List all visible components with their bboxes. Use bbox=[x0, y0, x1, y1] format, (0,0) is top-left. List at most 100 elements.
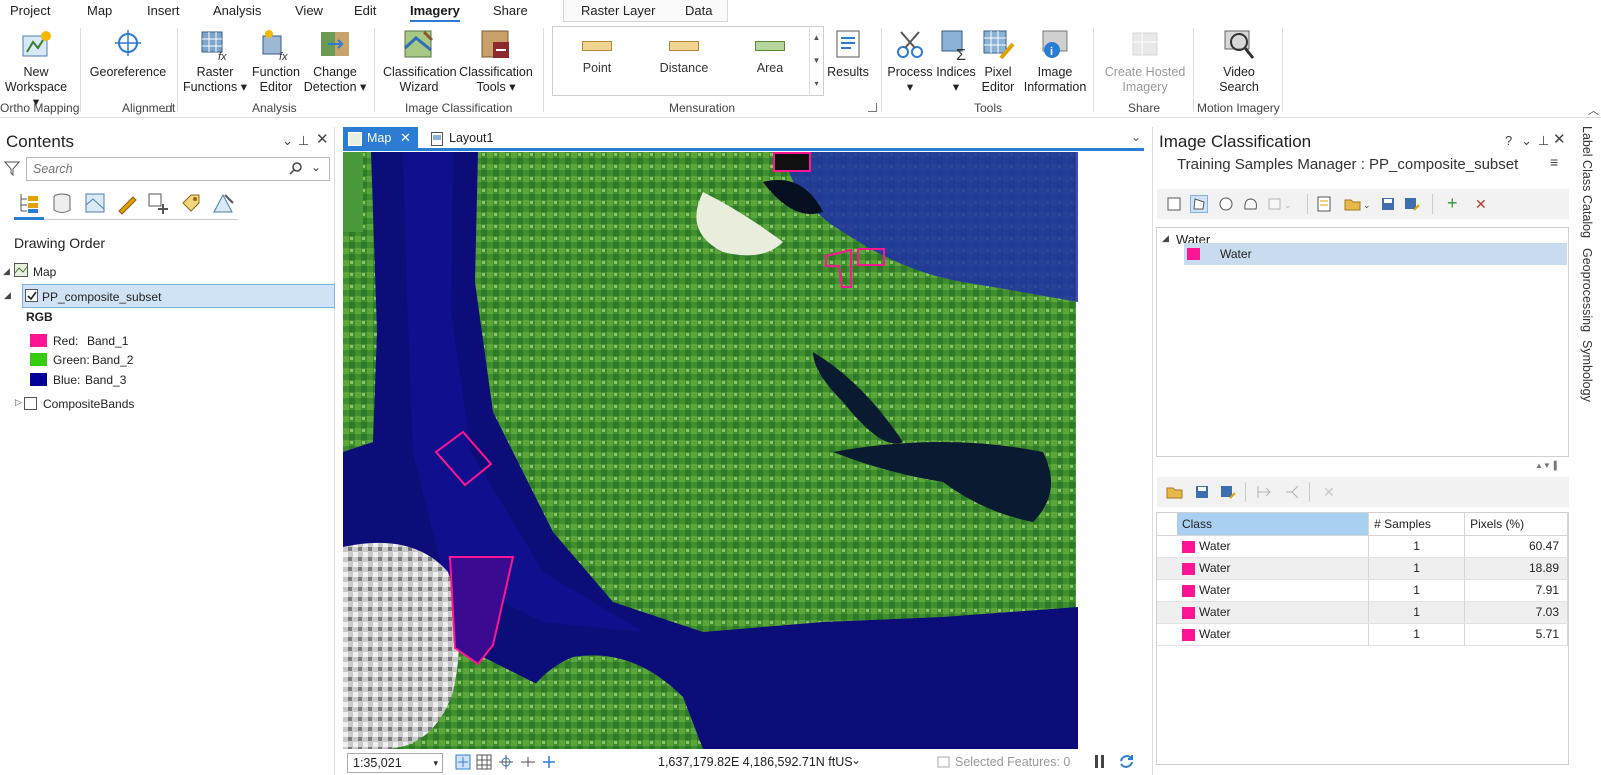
chevron-down-icon[interactable]: ▾ bbox=[433, 754, 438, 772]
tree-item-layer-compositebands[interactable]: ▷ CompositeBands bbox=[0, 393, 335, 415]
freehand-icon[interactable] bbox=[1242, 195, 1260, 213]
pause-drawing-icon[interactable] bbox=[1093, 754, 1107, 772]
list-by-drawing-order-icon[interactable] bbox=[17, 191, 41, 215]
results-button[interactable]: Results bbox=[825, 28, 871, 80]
row-selector[interactable] bbox=[1157, 623, 1177, 646]
satellite-imagery[interactable] bbox=[343, 152, 1078, 749]
list-by-editing-icon[interactable] bbox=[115, 191, 139, 215]
scale-selector[interactable]: 1:35,021 ▾ bbox=[347, 753, 443, 773]
expand-arrow-icon[interactable]: ◢ bbox=[1162, 233, 1169, 244]
close-icon[interactable]: ✕ bbox=[316, 130, 329, 148]
save-icon[interactable] bbox=[1379, 195, 1397, 213]
video-search-button[interactable]: Video Search bbox=[1207, 28, 1271, 95]
expand-arrow-icon[interactable]: ◢ bbox=[4, 290, 11, 301]
change-detection-button[interactable]: Change Detection ▾ bbox=[302, 28, 368, 95]
split-icon[interactable] bbox=[1283, 483, 1301, 501]
grid-icon[interactable] bbox=[476, 754, 492, 773]
schema-class-row[interactable]: Water bbox=[1184, 243, 1567, 265]
row-selector[interactable] bbox=[1157, 535, 1177, 558]
table-row[interactable]: Water 1 7.03 bbox=[1157, 601, 1568, 624]
remove-class-icon[interactable]: ✕ bbox=[1475, 195, 1493, 213]
open-folder-icon[interactable] bbox=[1165, 483, 1183, 501]
tab-imagery[interactable]: Imagery bbox=[410, 3, 460, 22]
row-selector[interactable] bbox=[1157, 579, 1177, 602]
polygon-icon[interactable] bbox=[1190, 195, 1208, 213]
mensuration-launcher-icon[interactable] bbox=[868, 103, 877, 112]
pane-menu-icon[interactable]: ⌄ bbox=[282, 133, 293, 149]
table-row[interactable]: Water 1 60.47 bbox=[1157, 535, 1568, 558]
georeference-button[interactable]: Georeference bbox=[88, 28, 168, 80]
side-tab-catalog[interactable]: Catalog bbox=[1580, 195, 1594, 238]
tab-data[interactable]: Data bbox=[685, 3, 712, 18]
distance-button[interactable]: Distance bbox=[644, 41, 724, 75]
tab-edit[interactable]: Edit bbox=[354, 3, 376, 18]
side-tab-label-class[interactable]: Label Class bbox=[1580, 126, 1594, 191]
add-class-icon[interactable]: + bbox=[1447, 194, 1465, 213]
row-selector[interactable] bbox=[1157, 557, 1177, 580]
gallery-scroll-up-icon[interactable]: ▲ bbox=[809, 27, 823, 50]
function-editor-button[interactable]: fx Function Editor bbox=[248, 28, 304, 95]
list-by-perspective-imagery-icon[interactable] bbox=[211, 191, 235, 215]
classification-tools-button[interactable]: Classification Tools ▾ bbox=[458, 28, 534, 95]
indices-button[interactable]: Σ Indices ▾ bbox=[934, 28, 978, 95]
list-by-data-source-icon[interactable] bbox=[50, 191, 74, 215]
tab-raster-layer[interactable]: Raster Layer bbox=[581, 3, 655, 18]
gallery-scroll-down-icon[interactable]: ▼ bbox=[809, 50, 823, 73]
chevron-down-icon[interactable]: ⌄ bbox=[851, 753, 861, 767]
save-as-icon[interactable] bbox=[1403, 195, 1421, 213]
splitter-arrows-icon[interactable]: ▲▼▐ bbox=[1535, 461, 1557, 470]
column-header-samples[interactable]: # Samples bbox=[1368, 513, 1466, 536]
table-row[interactable]: Water 1 5.71 bbox=[1157, 623, 1568, 646]
circle-icon[interactable] bbox=[1217, 195, 1235, 213]
expand-arrow-icon[interactable]: ◢ bbox=[3, 266, 10, 277]
selected-features-count[interactable]: Selected Features: 0 bbox=[955, 755, 1070, 769]
delete-sample-icon[interactable]: ✕ bbox=[1323, 483, 1341, 501]
process-button[interactable]: Process ▾ bbox=[885, 28, 935, 95]
raster-functions-button[interactable]: fx Raster Functions ▾ bbox=[180, 28, 250, 95]
tab-layout1[interactable]: Layout1 bbox=[425, 127, 515, 149]
list-by-snapping-icon[interactable] bbox=[146, 191, 170, 215]
row-selector[interactable] bbox=[1157, 601, 1177, 624]
alignment-launcher-icon[interactable] bbox=[163, 103, 172, 112]
column-header-class[interactable]: Class bbox=[1176, 513, 1370, 536]
chevron-down-icon[interactable]: ⌄ bbox=[311, 160, 321, 174]
tab-project[interactable]: Project bbox=[10, 3, 50, 18]
tab-analysis[interactable]: Analysis bbox=[213, 3, 261, 18]
table-row[interactable]: Water 1 18.89 bbox=[1157, 557, 1568, 580]
pin-icon[interactable]: ⊥ bbox=[298, 133, 309, 149]
tab-insert[interactable]: Insert bbox=[147, 3, 180, 18]
rectangle-icon[interactable] bbox=[1165, 195, 1183, 213]
area-button[interactable]: Area bbox=[730, 41, 810, 75]
collapse-ribbon-icon[interactable]: ︿ bbox=[1588, 102, 1599, 118]
refresh-icon[interactable] bbox=[1118, 753, 1135, 773]
column-header-pixels[interactable]: Pixels (%) bbox=[1464, 513, 1568, 536]
snapping-icon[interactable] bbox=[498, 754, 514, 773]
options-menu-icon[interactable]: ≡ bbox=[1550, 154, 1558, 170]
merge-icon[interactable] bbox=[1255, 483, 1273, 501]
search-icon[interactable] bbox=[289, 161, 303, 178]
close-icon[interactable]: ✕ bbox=[1553, 130, 1566, 148]
help-icon[interactable]: ? bbox=[1505, 133, 1512, 148]
filter-icon[interactable] bbox=[3, 160, 21, 179]
layer-visibility-checkbox[interactable] bbox=[25, 289, 38, 302]
list-by-labeling-icon[interactable] bbox=[179, 191, 203, 215]
navigation-toggle-icon[interactable] bbox=[455, 754, 471, 773]
pixel-editor-button[interactable]: Pixel Editor bbox=[978, 28, 1018, 95]
image-information-button[interactable]: i Image Information bbox=[1023, 28, 1087, 95]
pin-icon[interactable]: ⊥ bbox=[1538, 133, 1549, 149]
tab-map[interactable]: Map bbox=[87, 3, 112, 18]
tree-item-map[interactable]: ◢ Map bbox=[0, 261, 335, 283]
constraints-icon[interactable] bbox=[520, 754, 536, 773]
new-workspace-button[interactable]: New Workspace ▾ bbox=[0, 28, 72, 110]
close-tab-icon[interactable]: ✕ bbox=[400, 127, 411, 149]
list-by-selection-icon[interactable] bbox=[83, 191, 107, 215]
gallery-expand-icon[interactable]: ▾ bbox=[809, 73, 823, 96]
save-icon[interactable] bbox=[1193, 483, 1211, 501]
pane-menu-icon[interactable]: ⌄ bbox=[1521, 133, 1532, 149]
select-segment-icon[interactable]: ⌄ bbox=[1267, 195, 1292, 213]
tree-item-layer-pp-composite-subset[interactable]: ◢ PP_composite_subset bbox=[4, 284, 335, 308]
point-button[interactable]: Point bbox=[557, 41, 637, 75]
open-folder-icon[interactable]: ⌄ bbox=[1343, 195, 1371, 213]
rotation-icon[interactable] bbox=[541, 754, 557, 773]
create-hosted-imagery-button[interactable]: Create Hosted Imagery bbox=[1100, 28, 1190, 95]
